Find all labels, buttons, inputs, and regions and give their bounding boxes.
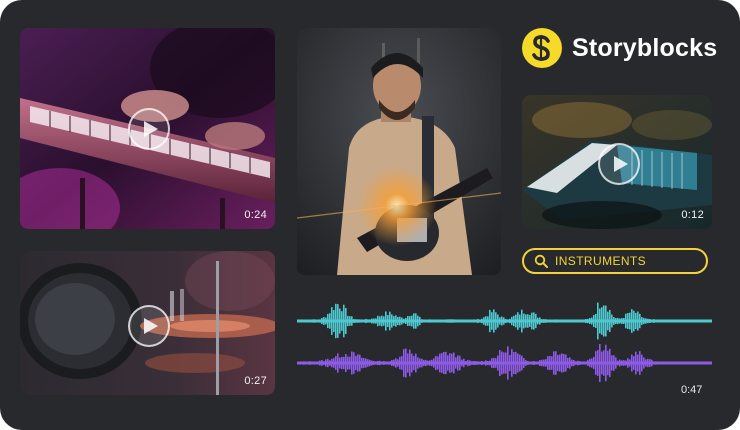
play-button[interactable] [128,108,170,150]
guitarist-scene [297,28,501,275]
app-frame: 0:24 0:27 Storyblocks 0:12 INSTRUMENTS 0… [0,0,740,430]
video-duration: 0:27 [244,375,267,387]
play-icon [614,156,628,172]
search-query: INSTRUMENTS [555,254,647,268]
play-button[interactable] [128,305,170,347]
video-thumbnail-drums[interactable]: 0:27 [20,251,275,395]
play-button[interactable] [598,143,640,185]
video-thumbnail-keyboard[interactable]: 0:24 [20,28,275,229]
storyblocks-logo-icon [522,28,562,68]
search-input[interactable]: INSTRUMENTS [522,248,708,274]
play-icon [144,121,158,137]
play-icon [144,318,158,334]
video-thumbnail-synth[interactable]: 0:12 [522,95,712,229]
featured-photo-guitarist[interactable] [297,28,501,275]
video-duration: 0:24 [244,209,267,221]
search-icon [534,254,548,268]
audio-waveform-bottom[interactable] [297,340,712,386]
video-duration: 0:12 [681,209,704,221]
audio-duration: 0:47 [681,384,703,396]
brand-name: Storyblocks [572,33,718,62]
brand-logo[interactable]: Storyblocks [522,28,717,68]
